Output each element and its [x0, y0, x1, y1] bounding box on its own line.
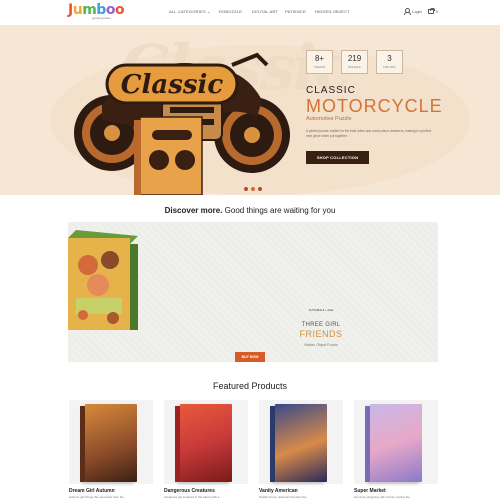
featured-heading: Featured Products [212, 381, 288, 391]
product-image [175, 404, 232, 482]
product-description: Creatures get involved in the future wit… [164, 495, 220, 499]
discover-heading-text: Good things are waiting for you [224, 206, 336, 215]
logo-letter: o [114, 2, 125, 18]
promo-puzzle-box [68, 230, 138, 330]
hero-banner: Classic Classic 8+ YEARS 219 PIECES 3 HO… [0, 25, 500, 195]
nav-item-robozzle[interactable]: ROBOZZLE [219, 9, 252, 14]
badge-value: 219 [347, 54, 362, 63]
product-name[interactable]: Dream Girl Autumn [69, 488, 115, 494]
promo-banner: SUITABLE 8 + AGE THREE GIRL FRIENDS Hidd… [68, 222, 438, 362]
badge-label: PIECES [348, 65, 361, 69]
hero-title-line1: CLASSIC [306, 85, 356, 96]
discover-heading: Discover more. Good things are waiting f… [0, 206, 500, 215]
product-description: Autumn girl brings the memories from the [69, 495, 125, 499]
motorcycle-logo-text: Classic [121, 70, 224, 100]
header-actions: Login 0 [404, 7, 439, 15]
badge-label: YEARS [313, 65, 326, 69]
nav-item-patience[interactable]: PATIENCE [285, 9, 315, 14]
discover-heading-bold: Discover more. [164, 206, 223, 215]
shop-collection-button[interactable]: SHOP COLLECTION [306, 151, 369, 164]
carousel-dots [244, 187, 262, 191]
promo-age-label: SUITABLE 8 + AGE [308, 308, 334, 312]
promo-title2: FRIENDS [299, 329, 343, 339]
main-nav: ALL CATEGORIES ⌄ ROBOZZLE DIGITAL ART PA… [169, 9, 355, 14]
carousel-dot[interactable] [244, 187, 248, 191]
badge-hours: 3 HOURS [376, 50, 403, 74]
carousel-dot[interactable] [251, 187, 255, 191]
product-name[interactable]: Super Market [354, 488, 386, 494]
badge-value: 3 [387, 54, 392, 63]
login-link[interactable]: Login [412, 9, 422, 14]
cart-count: 0 [435, 8, 439, 14]
product-description: Get busy shopping with a busy market the [354, 495, 410, 499]
product-card[interactable] [69, 400, 153, 484]
hero-subtitle: Automotive Puzzle [306, 116, 352, 122]
cart-icon[interactable] [427, 7, 435, 14]
product-description: Stylish pin-up unknown freedom the [259, 495, 307, 499]
product-image [80, 404, 137, 482]
promo-title1: THREE GIRL [301, 322, 341, 328]
logo-letter: u [72, 2, 83, 18]
product-name[interactable]: Dangerous Creatures [164, 488, 215, 494]
promo-subtitle: Hidden Object Puzzle [304, 343, 338, 347]
site-header: Jumboo growing better ALL CATEGORIES ⌄ R… [0, 0, 500, 25]
nav-label: ALL CATEGORIES [169, 9, 206, 14]
logo[interactable]: Jumboo [68, 2, 125, 18]
nav-item-all-categories[interactable]: ALL CATEGORIES ⌄ [169, 9, 219, 14]
badge-label: HOURS [383, 65, 396, 69]
product-card[interactable] [354, 400, 438, 484]
hero-title-line2: MOTORCYCLE [306, 96, 443, 116]
product-card[interactable] [259, 400, 343, 484]
user-icon[interactable] [404, 8, 411, 15]
product-card[interactable] [164, 400, 248, 484]
hero-description: A perfect puzzle crafted for the bold ri… [306, 129, 432, 138]
product-name[interactable]: Vanity American [259, 488, 298, 494]
product-image [270, 404, 327, 482]
badge-value: 8+ [314, 54, 325, 63]
nav-item-hidden-object[interactable]: HIDDEN OBJECT [315, 9, 355, 14]
badge-years: 8+ YEARS [306, 50, 333, 74]
buy-now-button[interactable]: BUY NOW [235, 352, 265, 362]
motorcycle-illustration: Classic [74, 52, 290, 195]
carousel-dot[interactable] [258, 187, 262, 191]
logo-tagline: growing better [92, 16, 112, 20]
chevron-down-icon: ⌄ [207, 9, 211, 14]
badge-pieces: 219 PIECES [341, 50, 368, 74]
product-image [365, 404, 422, 482]
nav-item-digital-art[interactable]: DIGITAL ART [252, 9, 285, 14]
